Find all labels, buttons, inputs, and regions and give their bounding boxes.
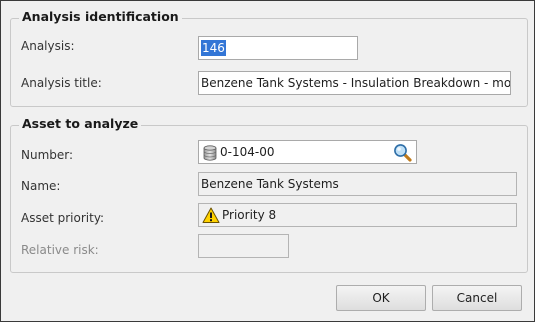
analysis-identification-group: Analysis identification Analysis: 146 An… [10,9,528,107]
analysis-label: Analysis: [21,39,75,53]
analysis-number-value: 146 [201,40,226,56]
asset-priority-value: Priority 8 [222,208,277,222]
cancel-button[interactable]: Cancel [432,285,522,311]
analysis-title-input[interactable]: Benzene Tank Systems - Insulation Breakd… [198,71,511,95]
name-label: Name: [21,179,61,193]
asset-number-input[interactable]: 0-104-00 [198,140,417,164]
asset-name-field: Benzene Tank Systems [198,172,517,196]
analysis-number-input[interactable]: 146 [198,36,358,60]
asset-priority-field: Priority 8 [198,203,517,227]
analysis-dialog: Analysis identification Analysis: 146 An… [0,0,535,322]
ok-button[interactable]: OK [336,285,426,311]
database-icon [203,145,217,161]
asset-number-value: 0-104-00 [220,145,275,159]
relative-risk-label: Relative risk: [21,243,99,257]
warning-icon [202,207,220,223]
asset-to-analyze-title: Asset to analyze [19,116,142,131]
analysis-identification-title: Analysis identification [19,9,182,24]
relative-risk-field [198,234,289,258]
asset-to-analyze-group: Asset to analyze Number: 0-104-00 Name: … [10,116,528,273]
number-label: Number: [21,148,74,162]
analysis-title-label: Analysis title: [21,76,102,90]
search-icon[interactable] [393,143,412,162]
asset-priority-label: Asset priority: [21,211,105,225]
